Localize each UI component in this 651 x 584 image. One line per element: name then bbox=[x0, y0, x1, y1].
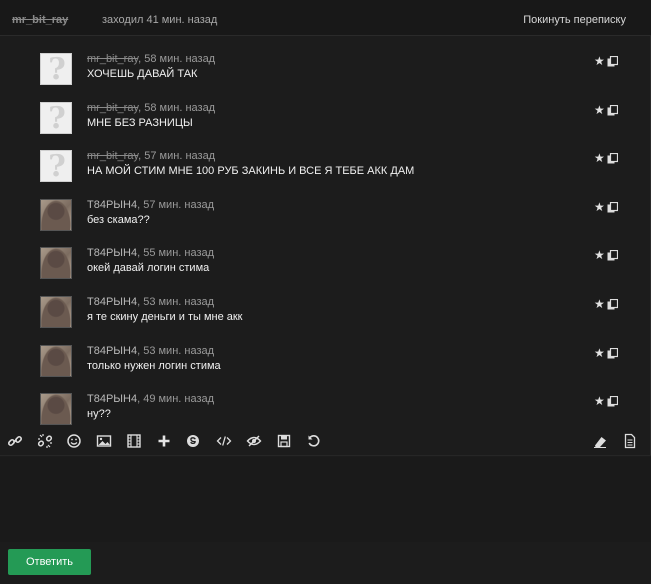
message-meta: T84PЫH4, 53 мин. назад bbox=[87, 296, 214, 308]
message-list: ? mr_bit_ray, 58 мин. назад ХОЧЕШЬ ДАВАЙ Т… bbox=[0, 40, 651, 426]
unlink-icon[interactable] bbox=[37, 433, 53, 449]
message-time: , 53 мин. назад bbox=[137, 296, 215, 308]
conversation-username[interactable]: mr_bit_ray bbox=[12, 14, 68, 26]
star-icon[interactable]: ★ bbox=[594, 104, 605, 116]
message-row: T84PЫH4, 49 мин. назад ну?? ★ bbox=[40, 393, 620, 426]
code-icon[interactable] bbox=[216, 433, 232, 449]
message-time: , 58 мин. назад bbox=[138, 101, 216, 114]
message-row: ? mr_bit_ray, 58 мин. назад ХОЧЕШЬ ДАВАЙ Т… bbox=[40, 53, 620, 93]
avatar[interactable] bbox=[40, 296, 72, 328]
message-row: ? mr_bit_ray, 57 мин. назад НА МОЙ СТИМ МН… bbox=[40, 150, 620, 190]
default-avatar-icon: ? bbox=[48, 101, 66, 134]
save-icon[interactable] bbox=[276, 433, 292, 449]
message-text: ХОЧЕШЬ ДАВАЙ ТАК bbox=[87, 68, 198, 80]
message-time: , 55 мин. назад bbox=[137, 247, 215, 260]
copy-icon[interactable] bbox=[607, 250, 618, 261]
message-text: без скама?? bbox=[87, 213, 150, 226]
message-time: , 49 мин. назад bbox=[137, 393, 215, 406]
leave-conversation-link[interactable]: Покинуть переписку bbox=[523, 14, 626, 26]
message-row: T84PЫH4, 55 мин. назад окей давай логин с… bbox=[40, 247, 620, 287]
message-meta: T84PЫH4, 53 мин. назад bbox=[87, 345, 214, 357]
copy-icon[interactable] bbox=[607, 153, 618, 164]
message-meta: mr_bit_ray, 57 мин. назад bbox=[87, 150, 215, 162]
message-text: МНЕ БЕЗ РАЗНИЦЫ bbox=[87, 116, 193, 129]
copy-icon[interactable] bbox=[607, 201, 618, 213]
star-icon[interactable]: ★ bbox=[594, 298, 605, 310]
message-actions: ★ bbox=[592, 201, 620, 215]
message-row: T84PЫH4, 53 мин. назад только нужен логин… bbox=[40, 344, 620, 385]
message-actions: ★ bbox=[592, 104, 620, 118]
last-seen-status: заходил 41 мин. назад bbox=[102, 14, 218, 26]
copy-icon[interactable] bbox=[607, 104, 618, 116]
message-actions: ★ bbox=[592, 152, 620, 166]
link-icon[interactable] bbox=[7, 433, 23, 449]
document-icon[interactable] bbox=[622, 433, 638, 449]
avatar[interactable] bbox=[40, 247, 72, 280]
plus-icon[interactable] bbox=[156, 433, 172, 449]
avatar[interactable] bbox=[40, 344, 72, 377]
message-text: ну?? bbox=[87, 408, 111, 421]
star-icon[interactable]: ★ bbox=[594, 55, 605, 67]
message-time: , 58 мин. назад bbox=[138, 53, 216, 65]
message-actions: ★ bbox=[592, 249, 620, 263]
message-time: , 57 мин. назад bbox=[138, 150, 216, 163]
copy-icon[interactable] bbox=[607, 56, 618, 67]
hide-icon[interactable] bbox=[246, 433, 262, 449]
message-author[interactable]: T84PЫH4 bbox=[87, 296, 137, 308]
message-author[interactable]: T84PЫH4 bbox=[87, 393, 137, 405]
message-time: , 57 мин. назад bbox=[137, 198, 215, 211]
message-actions: ★ bbox=[592, 55, 620, 69]
avatar[interactable] bbox=[40, 393, 72, 426]
message-author[interactable]: T84PЫH4 bbox=[87, 199, 137, 211]
eraser-icon[interactable] bbox=[592, 433, 608, 449]
message-text: я те скину деньги и ты мне акк bbox=[87, 311, 243, 323]
avatar[interactable]: ? bbox=[40, 150, 72, 183]
editor-toolbar bbox=[0, 428, 651, 456]
message-meta: mr_bit_ray, 58 мин. назад bbox=[87, 53, 215, 65]
message-author[interactable]: mr_bit_ray bbox=[87, 102, 138, 114]
skype-icon[interactable] bbox=[185, 433, 201, 449]
star-icon[interactable]: ★ bbox=[594, 249, 605, 261]
star-icon[interactable]: ★ bbox=[594, 395, 605, 407]
copy-icon[interactable] bbox=[607, 396, 618, 407]
image-icon[interactable] bbox=[96, 433, 112, 449]
message-meta: T84PЫH4, 49 мин. назад bbox=[87, 393, 214, 405]
message-actions: ★ bbox=[592, 347, 620, 361]
message-row: T84PЫH4, 57 мин. назад без скама?? ★ bbox=[40, 198, 620, 239]
copy-icon[interactable] bbox=[607, 347, 618, 359]
message-meta: T84PЫH4, 57 мин. назад bbox=[87, 199, 214, 211]
message-actions: ★ bbox=[592, 395, 620, 409]
star-icon[interactable]: ★ bbox=[594, 201, 605, 213]
conversation-header: mr_bit_ray заходил 41 мин. назад Покинут… bbox=[0, 0, 651, 36]
default-avatar-icon: ? bbox=[48, 53, 66, 85]
message-row: T84PЫH4, 53 мин. назад я те скину деньги … bbox=[40, 296, 620, 336]
message-actions: ★ bbox=[592, 298, 620, 312]
message-meta: mr_bit_ray, 58 мин. назад bbox=[87, 102, 215, 114]
message-text: НА МОЙ СТИМ МНЕ 100 РУБ ЗАКИНЬ И ВСЕ Я Т… bbox=[87, 165, 415, 178]
message-row: ? mr_bit_ray, 58 мин. назад МНЕ БЕЗ РАЗНИЦ… bbox=[40, 101, 620, 142]
message-author[interactable]: mr_bit_ray bbox=[87, 53, 138, 65]
message-text: только нужен логин стима bbox=[87, 359, 221, 372]
message-author[interactable]: mr_bit_ray bbox=[87, 150, 138, 162]
avatar[interactable]: ? bbox=[40, 101, 72, 134]
star-icon[interactable]: ★ bbox=[594, 347, 605, 359]
video-icon[interactable] bbox=[126, 433, 142, 449]
default-avatar-icon: ? bbox=[48, 150, 66, 183]
copy-icon[interactable] bbox=[607, 299, 618, 310]
message-text: окей давай логин стима bbox=[87, 262, 210, 275]
message-editor[interactable] bbox=[0, 457, 651, 542]
avatar[interactable] bbox=[40, 198, 72, 231]
message-author[interactable]: T84PЫH4 bbox=[87, 345, 137, 357]
undo-icon[interactable] bbox=[306, 433, 322, 449]
smiley-icon[interactable] bbox=[66, 433, 82, 449]
reply-button[interactable]: Ответить bbox=[8, 549, 91, 575]
avatar[interactable]: ? bbox=[40, 53, 72, 85]
star-icon[interactable]: ★ bbox=[594, 152, 605, 164]
message-author[interactable]: T84PЫH4 bbox=[87, 247, 137, 259]
message-time: , 53 мин. назад bbox=[137, 344, 215, 357]
message-meta: T84PЫH4, 55 мин. назад bbox=[87, 247, 214, 259]
